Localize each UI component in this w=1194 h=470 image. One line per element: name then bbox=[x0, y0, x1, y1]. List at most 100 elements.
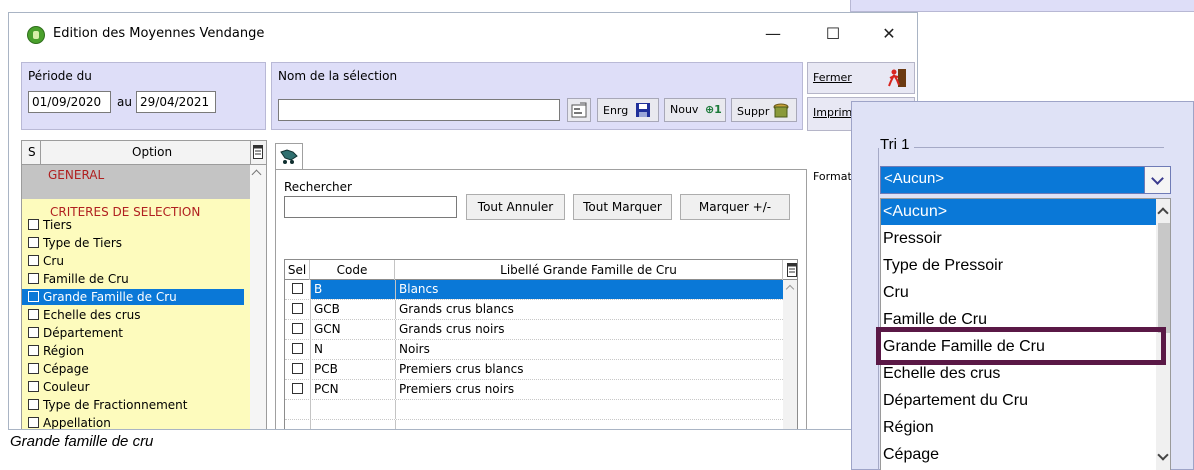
row-select-cell[interactable] bbox=[285, 360, 310, 379]
row-checkbox[interactable] bbox=[292, 363, 303, 374]
title-bar[interactable]: Edition des Moyennes Vendange — ☐ ✕ bbox=[9, 13, 917, 57]
row-checkbox[interactable] bbox=[292, 343, 303, 354]
option-checkbox[interactable] bbox=[28, 291, 39, 302]
nouv-button[interactable]: Nouv ⊕1 bbox=[664, 98, 726, 122]
option-checkbox[interactable] bbox=[28, 381, 39, 392]
libelle-cell bbox=[395, 400, 783, 419]
close-button[interactable]: ✕ bbox=[875, 22, 903, 46]
grid-column-chooser-icon[interactable] bbox=[787, 263, 797, 277]
enrg-button[interactable]: Enrg bbox=[597, 98, 659, 122]
periode-to-field[interactable]: 29/04/2021 bbox=[136, 91, 216, 113]
option-checkbox[interactable] bbox=[28, 237, 39, 248]
periode-from-field[interactable]: 01/09/2020 bbox=[28, 91, 111, 113]
edition-window: Edition des Moyennes Vendange — ☐ ✕ Péri… bbox=[8, 12, 918, 430]
option-checkbox[interactable] bbox=[28, 255, 39, 266]
row-checkbox[interactable] bbox=[292, 383, 303, 394]
option-item[interactable]: Grande Famille de Cru bbox=[22, 289, 244, 305]
option-checkbox[interactable] bbox=[28, 309, 39, 320]
row-select-cell[interactable] bbox=[285, 400, 310, 419]
scroll-thumb[interactable] bbox=[1158, 223, 1170, 333]
col-code-header[interactable]: Code bbox=[310, 260, 395, 280]
tri-option[interactable]: Région bbox=[881, 415, 1156, 441]
row-select-cell[interactable] bbox=[285, 420, 310, 429]
scroll-down-icon[interactable] bbox=[1157, 449, 1169, 461]
grid-header: Sel Code Libellé Grande Famille de Cru bbox=[285, 260, 797, 280]
row-select-cell[interactable] bbox=[285, 320, 310, 339]
row-select-cell[interactable] bbox=[285, 300, 310, 319]
option-checkbox[interactable] bbox=[28, 273, 39, 284]
option-item[interactable]: Type de Tiers bbox=[28, 235, 250, 251]
option-checkbox[interactable] bbox=[28, 327, 39, 338]
grid-scrollbar[interactable] bbox=[783, 280, 797, 429]
tri-option[interactable]: <Aucun> bbox=[881, 199, 1156, 225]
option-item[interactable]: Appellation bbox=[28, 415, 250, 429]
libelle-cell: Grands crus noirs bbox=[395, 320, 783, 339]
scroll-up-icon[interactable] bbox=[1157, 207, 1169, 219]
fermer-button[interactable]: Fermer bbox=[807, 62, 915, 94]
tout-marquer-button[interactable]: Tout Marquer bbox=[573, 194, 672, 220]
periode-label: Période du bbox=[28, 69, 92, 83]
code-cell: PCB bbox=[310, 360, 395, 379]
maximize-button[interactable]: ☐ bbox=[819, 22, 847, 46]
option-list-header: S Option bbox=[22, 141, 266, 165]
col-sel-header[interactable]: Sel bbox=[285, 260, 310, 280]
col-libelle-header[interactable]: Libellé Grande Famille de Cru bbox=[395, 260, 783, 280]
scroll-up-icon[interactable] bbox=[251, 169, 262, 180]
tri-option[interactable]: Type de Pressoir bbox=[881, 253, 1156, 279]
option-item[interactable]: Couleur bbox=[28, 379, 250, 395]
tout-annuler-button[interactable]: Tout Annuler bbox=[466, 194, 565, 220]
tab-content: Rechercher Tout Annuler Tout Marquer Mar… bbox=[275, 169, 807, 429]
option-checkbox[interactable] bbox=[28, 399, 39, 410]
option-checkbox[interactable] bbox=[28, 417, 39, 428]
search-label: Rechercher bbox=[284, 180, 352, 194]
properties-button[interactable] bbox=[567, 98, 591, 122]
fermer-label: Fermer bbox=[813, 71, 852, 84]
table-row[interactable]: N Noirs bbox=[285, 340, 783, 360]
tri-combobox[interactable]: <Aucun> bbox=[880, 166, 1171, 194]
chevron-down-icon[interactable] bbox=[1144, 167, 1170, 193]
row-checkbox[interactable] bbox=[292, 303, 303, 314]
general-group[interactable]: GENERAL bbox=[22, 165, 250, 199]
search-input[interactable] bbox=[284, 196, 457, 218]
libelle-cell: Noirs bbox=[395, 340, 783, 359]
option-list-scrollbar[interactable] bbox=[250, 165, 266, 429]
tri-option[interactable]: Cépage bbox=[881, 442, 1156, 468]
table-row[interactable]: B Blancs bbox=[285, 280, 783, 300]
tri-option[interactable]: Département du Cru bbox=[881, 388, 1156, 414]
option-item[interactable]: Tiers bbox=[28, 217, 250, 233]
option-item[interactable]: Cépage bbox=[28, 361, 250, 377]
marquer-toggle-button[interactable]: Marquer +/- bbox=[680, 194, 790, 220]
table-row[interactable]: GCN Grands crus noirs bbox=[285, 320, 783, 340]
table-row[interactable]: PCN Premiers crus noirs bbox=[285, 380, 783, 400]
row-checkbox[interactable] bbox=[292, 323, 303, 334]
option-item[interactable]: Echelle des crus bbox=[28, 307, 250, 323]
option-item[interactable]: Type de Fractionnement bbox=[28, 397, 250, 413]
row-checkbox[interactable] bbox=[292, 283, 303, 294]
cru-family-grid: Sel Code Libellé Grande Famille de Cru B… bbox=[284, 259, 798, 429]
option-item[interactable]: Cru bbox=[28, 253, 250, 269]
option-item[interactable]: Région bbox=[28, 343, 250, 359]
option-checkbox[interactable] bbox=[28, 345, 39, 356]
option-checkbox[interactable] bbox=[28, 363, 39, 374]
minimize-button[interactable]: — bbox=[759, 22, 787, 46]
tri-option[interactable]: Pressoir bbox=[881, 226, 1156, 252]
column-chooser-icon[interactable] bbox=[253, 145, 263, 159]
table-row[interactable]: PCB Premiers crus blancs bbox=[285, 360, 783, 380]
tri-option[interactable]: Cru bbox=[881, 280, 1156, 306]
row-select-cell[interactable] bbox=[285, 340, 310, 359]
table-row[interactable]: GCB Grands crus blancs bbox=[285, 300, 783, 320]
periode-panel: Période du 01/09/2020 au 29/04/2021 bbox=[21, 62, 266, 130]
table-row[interactable] bbox=[285, 420, 783, 429]
option-label: Région bbox=[43, 344, 85, 358]
selection-name-input[interactable] bbox=[278, 99, 560, 121]
option-item[interactable]: Famille de Cru bbox=[28, 271, 250, 287]
nouv-label: Nouv bbox=[670, 103, 699, 116]
grid-scroll-up-icon[interactable] bbox=[785, 284, 795, 294]
tab-criteria[interactable] bbox=[275, 143, 303, 170]
row-select-cell[interactable] bbox=[285, 280, 310, 299]
row-select-cell[interactable] bbox=[285, 380, 310, 399]
table-row[interactable] bbox=[285, 400, 783, 420]
suppr-button[interactable]: Suppr bbox=[731, 98, 797, 122]
option-checkbox[interactable] bbox=[28, 219, 39, 230]
option-item[interactable]: Département bbox=[28, 325, 250, 341]
